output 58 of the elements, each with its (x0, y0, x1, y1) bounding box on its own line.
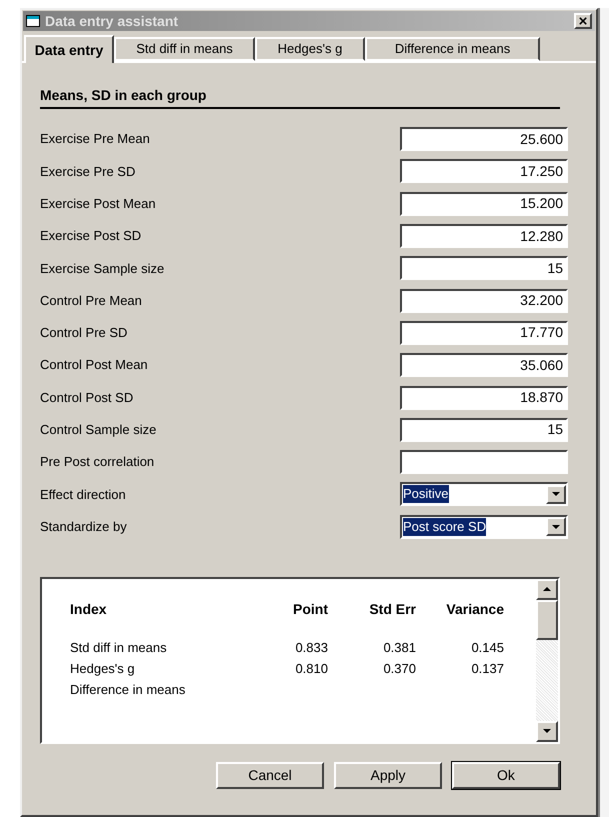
field-label: Effect direction (40, 486, 126, 504)
dropdown[interactable]: Positive (400, 482, 568, 506)
table-cell-text: Difference in means (70, 680, 186, 699)
tab[interactable]: Data entry (24, 35, 114, 63)
caret-icon (552, 492, 560, 496)
field-label: Pre Post correlation (40, 453, 154, 472)
input-field[interactable] (400, 450, 568, 474)
field-label: Exercise Post Mean (40, 194, 156, 213)
scroll-thumb[interactable] (536, 600, 558, 640)
table-cell-text: 0.370 (382, 660, 416, 678)
input-field[interactable]: 32.200 (400, 288, 568, 313)
scroll-down-button[interactable] (536, 720, 558, 742)
field-label: Exercise Post SD (40, 227, 142, 246)
table-cell-text: 0.810 (294, 660, 328, 678)
input-field[interactable]: 35.060 (400, 353, 568, 378)
input-field[interactable]: 17.770 (400, 320, 568, 345)
table-cell-text: Std diff in means (70, 638, 168, 657)
window-icon (26, 15, 40, 27)
tab[interactable]: Hedges's g (255, 37, 365, 61)
input-field[interactable]: 17.250 (400, 159, 568, 184)
table-cell-text: Hedges's g (70, 660, 136, 678)
window-title: Data entry assistant (45, 12, 180, 31)
tab[interactable]: Difference in means (365, 37, 540, 61)
field-label: Exercise Sample size (40, 260, 164, 278)
dialog-button[interactable]: Apply (334, 762, 442, 789)
input-field[interactable]: 15.200 (400, 192, 568, 216)
column-header: Index (70, 600, 108, 619)
table-cell-text: 0.833 (294, 638, 328, 657)
input-field[interactable]: 15 (400, 418, 568, 442)
down-arrow-icon (543, 729, 551, 734)
dialog-button[interactable]: Ok (452, 762, 560, 789)
table-cell-text: 0.137 (470, 660, 504, 678)
table-cell-text: 0.145 (470, 638, 504, 657)
close-button[interactable]: × (574, 13, 592, 29)
section-heading: Means, SD in each group (40, 86, 208, 105)
column-header: Point (292, 600, 328, 619)
field-label: Standardize by (40, 518, 127, 536)
scroll-up-button[interactable] (536, 578, 558, 600)
field-label: Control Sample size (40, 421, 156, 440)
dropdown[interactable]: Post score SD (400, 514, 568, 539)
up-arrow-icon (543, 587, 551, 592)
input-field[interactable]: 18.870 (400, 386, 568, 410)
column-header: Variance (445, 600, 504, 619)
field-label: Exercise Pre SD (40, 162, 136, 181)
tab[interactable]: Std diff in means (114, 37, 255, 61)
input-field[interactable]: 25.600 (400, 127, 568, 152)
table-cell-text: 0.381 (382, 638, 416, 657)
input-field[interactable]: 12.280 (400, 224, 568, 248)
column-header: Std Err (368, 600, 416, 619)
scrollbar[interactable] (536, 578, 558, 742)
input-field[interactable]: 15 (400, 256, 568, 280)
field-label: Control Pre SD (40, 324, 128, 342)
field-label: Control Post Mean (40, 356, 148, 374)
field-label: Control Post SD (40, 388, 134, 407)
field-label: Control Pre Mean (40, 292, 142, 310)
field-label: Exercise Pre Mean (40, 130, 150, 148)
caret-icon (552, 524, 560, 529)
dialog-button[interactable]: Cancel (216, 762, 324, 789)
